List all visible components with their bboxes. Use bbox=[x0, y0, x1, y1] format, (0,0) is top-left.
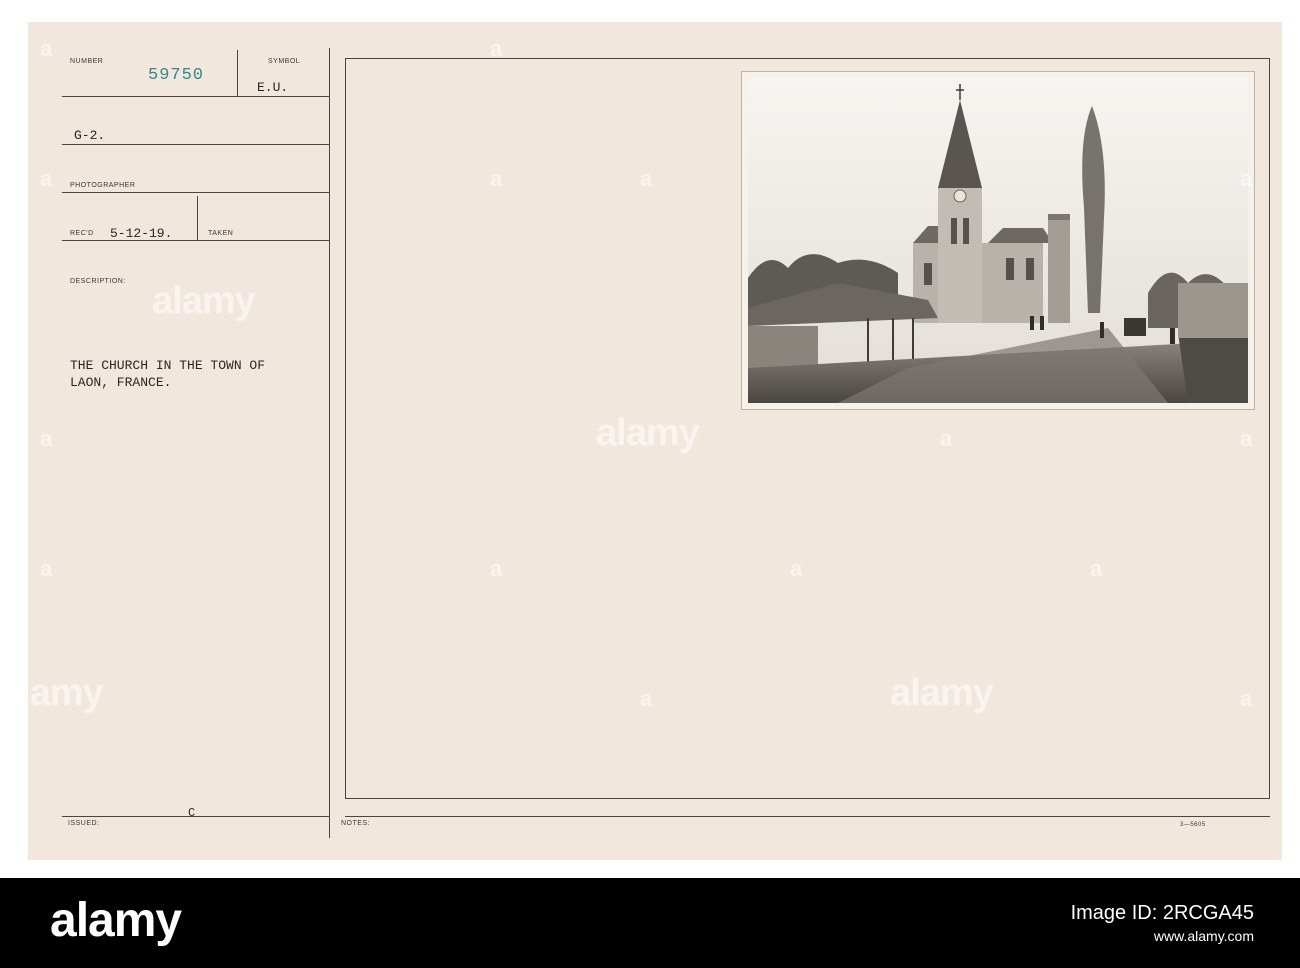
recd-label: REC'D bbox=[70, 230, 94, 237]
church-photograph bbox=[741, 71, 1255, 410]
recd-date: 5-12-19. bbox=[110, 226, 173, 241]
rule-issued-row bbox=[62, 816, 329, 817]
watermark-letter-6: a bbox=[490, 166, 503, 191]
watermark-letter-10: a bbox=[790, 556, 803, 581]
divider-number-symbol bbox=[237, 50, 238, 97]
form-code: 3—5605 bbox=[1180, 822, 1206, 828]
record-number: 59750 bbox=[148, 66, 205, 85]
rule-recd-row bbox=[62, 240, 329, 241]
description-label: DESCRIPTION: bbox=[70, 278, 126, 285]
watermark-letter-9: a bbox=[640, 686, 653, 711]
watermark-4: alamy bbox=[890, 672, 994, 714]
watermark-letter-11: a bbox=[940, 426, 953, 451]
footer-site: www.alamy.com bbox=[1153, 928, 1254, 944]
footer-image-id: Image ID: 2RCGA45 bbox=[1070, 902, 1254, 924]
unit-value: G-2. bbox=[74, 128, 106, 143]
taken-label: TAKEN bbox=[208, 230, 234, 237]
issued-label: ISSUED: bbox=[68, 820, 100, 827]
watermark-letter-5: a bbox=[490, 36, 503, 61]
church-photograph-image bbox=[748, 78, 1248, 403]
watermark-3: alamy bbox=[0, 672, 104, 714]
symbol-label: SYMBOL bbox=[268, 58, 301, 65]
description-line-1: THE CHURCH IN THE TOWN OF bbox=[70, 358, 266, 373]
footer-logo: alamy bbox=[50, 894, 182, 947]
description-line-2: LAON, FRANCE. bbox=[70, 375, 172, 390]
watermark-2: alamy bbox=[596, 412, 700, 454]
number-label: NUMBER bbox=[70, 58, 104, 65]
watermark-letter-14: a bbox=[1240, 426, 1253, 451]
watermark-1: alamy bbox=[152, 280, 256, 322]
notes-label: NOTES: bbox=[341, 820, 371, 827]
watermark-letter-1: a bbox=[40, 36, 53, 61]
watermark-letter-15: a bbox=[1240, 686, 1253, 711]
watermark-letter-8: a bbox=[640, 166, 653, 191]
rule-number-row bbox=[62, 96, 329, 97]
photographer-label: PHOTOGRAPHER bbox=[70, 182, 136, 189]
divider-recd-taken bbox=[197, 196, 198, 240]
issued-mark: C bbox=[188, 806, 196, 820]
watermark-letter-4: a bbox=[40, 556, 53, 581]
column-divider bbox=[329, 48, 330, 838]
watermark-letter-13: a bbox=[1240, 166, 1253, 191]
rule-photographer-row bbox=[62, 192, 329, 193]
watermark-letter-2: a bbox=[40, 166, 53, 191]
watermark-letter-7: a bbox=[490, 556, 503, 581]
watermark-letter-12: a bbox=[1090, 556, 1103, 581]
watermark-letter-3: a bbox=[40, 426, 53, 451]
rule-notes-row bbox=[345, 816, 1270, 817]
rule-unit-row bbox=[62, 144, 329, 145]
symbol-value: E.U. bbox=[257, 80, 289, 95]
